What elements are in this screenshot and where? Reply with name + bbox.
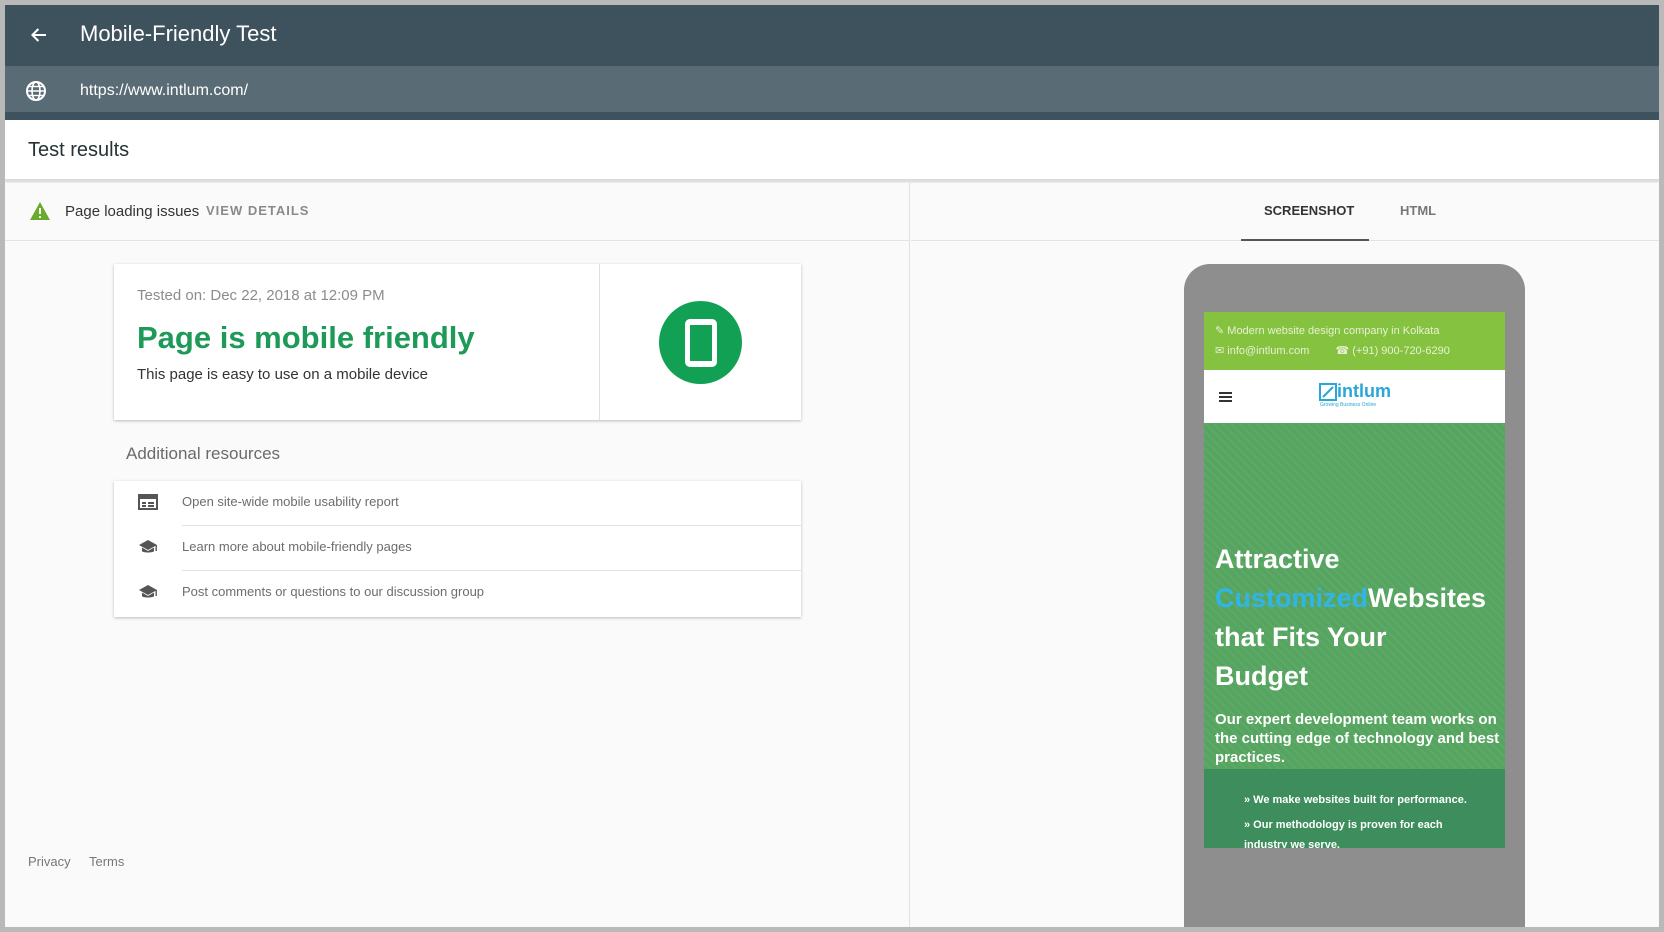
resource-item-discussion-group[interactable]: Post comments or questions to our discus… xyxy=(114,571,801,616)
terms-link[interactable]: Terms xyxy=(89,854,124,869)
preview-pane: SCREENSHOT HTML ✎ Modern website design … xyxy=(911,183,1659,927)
page-screenshot[interactable]: ✎ Modern website design company in Kolka… xyxy=(1204,312,1505,848)
school-icon xyxy=(139,585,157,598)
results-header: Test results xyxy=(5,120,1659,181)
preview-contact-line: ✉ info@intlum.com ☎ (+91) 900-720-6290 xyxy=(1215,345,1450,357)
hero-line: Attractive xyxy=(1215,544,1340,574)
app-title: Mobile-Friendly Test xyxy=(80,21,277,46)
school-icon xyxy=(139,540,157,553)
preview-topbar-line1: ✎ Modern website design company in Kolka… xyxy=(1215,325,1440,337)
hero-band xyxy=(1204,769,1505,848)
resource-label: Open site-wide mobile usability report xyxy=(182,494,399,509)
issues-row: Page loading issues VIEW DETAILS xyxy=(5,183,910,241)
privacy-link[interactable]: Privacy xyxy=(28,854,71,869)
url-bar: https://www.intlum.com/ xyxy=(5,66,1659,120)
preview-navbar: intlum Growing Business Online xyxy=(1204,370,1505,423)
result-subtext: This page is easy to use on a mobile dev… xyxy=(137,366,428,383)
resource-label: Learn more about mobile-friendly pages xyxy=(182,539,412,554)
hero-line: Budget xyxy=(1215,661,1308,691)
arrow-back-icon xyxy=(31,28,46,42)
smartphone-icon xyxy=(684,318,717,367)
app-header: Mobile-Friendly Test xyxy=(5,5,1659,66)
resource-label: Post comments or questions to our discus… xyxy=(182,584,485,599)
mail-icon: ✉ xyxy=(1215,345,1228,357)
app-window: Mobile-Friendly Test https://www.intlum.… xyxy=(5,5,1659,927)
globe-icon xyxy=(26,81,46,101)
report-icon xyxy=(138,494,158,510)
view-details-button[interactable]: VIEW DETAILS xyxy=(206,203,309,218)
resources-list: Open site-wide mobile usability report L… xyxy=(114,481,801,617)
preview-hero: Attractive CustomizedWebsites that Fits … xyxy=(1204,423,1505,848)
warning-icon xyxy=(30,202,50,220)
card-divider xyxy=(599,264,600,420)
hero-line: CustomizedWebsites xyxy=(1215,583,1487,613)
hero-bullet: » Our methodology is proven for each xyxy=(1244,819,1443,831)
tab-html[interactable]: HTML xyxy=(1400,203,1436,218)
hero-line: that Fits Your xyxy=(1215,622,1387,652)
back-button[interactable] xyxy=(23,19,55,51)
hero-bullet: » We make websites built for performance… xyxy=(1244,794,1467,806)
preview-tabs: SCREENSHOT HTML xyxy=(911,183,1659,241)
logo-mark-icon xyxy=(1319,383,1337,401)
edit-icon: ✎ xyxy=(1215,325,1228,337)
hero-paragraph: Our expert development team works on the… xyxy=(1215,711,1500,766)
results-title: Test results xyxy=(28,139,130,161)
mobile-phone-badge xyxy=(659,301,742,384)
phone-icon: ☎ xyxy=(1335,345,1353,357)
tab-screenshot[interactable]: SCREENSHOT xyxy=(1264,203,1354,218)
resource-item-usability-report[interactable]: Open site-wide mobile usability report xyxy=(114,481,801,526)
resource-item-learn-more[interactable]: Learn more about mobile-friendly pages xyxy=(114,526,801,571)
hero-bullet: industry we serve. xyxy=(1244,839,1340,848)
active-tab-indicator xyxy=(1241,239,1369,241)
preview-topbar: ✎ Modern website design company in Kolka… xyxy=(1204,312,1505,370)
result-headline: Page is mobile friendly xyxy=(137,320,475,355)
menu-icon xyxy=(1219,392,1232,402)
tested-url[interactable]: https://www.intlum.com/ xyxy=(80,82,248,100)
results-pane: Page loading issues VIEW DETAILS Tested … xyxy=(5,183,910,927)
result-card: Tested on: Dec 22, 2018 at 12:09 PM Page… xyxy=(114,264,801,420)
phone-frame: ✎ Modern website design company in Kolka… xyxy=(1184,264,1525,927)
page-loading-issues-label: Page loading issues xyxy=(65,203,200,220)
intlum-logo: intlum Growing Business Online xyxy=(1319,381,1391,408)
additional-resources-title: Additional resources xyxy=(126,444,281,463)
tested-on-timestamp: Tested on: Dec 22, 2018 at 12:09 PM xyxy=(137,287,385,304)
